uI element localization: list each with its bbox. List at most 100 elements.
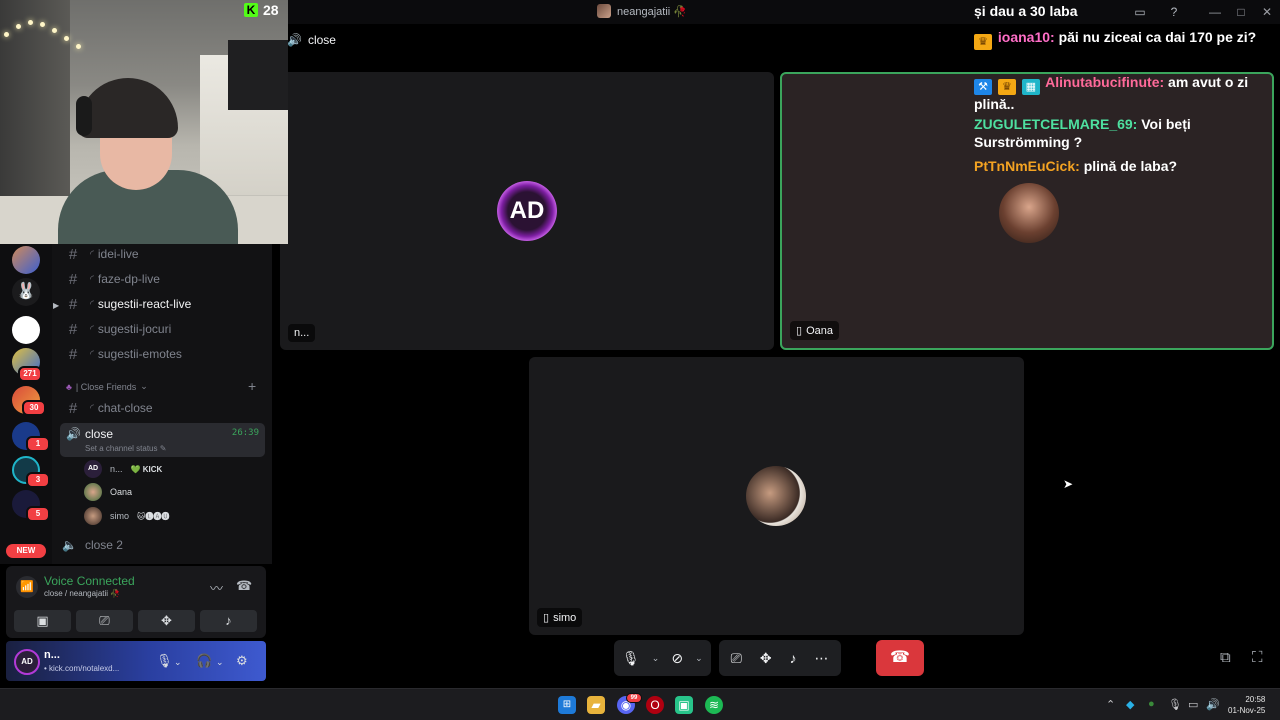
volume-icon[interactable]: 🔊 (1206, 698, 1220, 711)
chat-message: ZUGULETCELMARE_69: Voi beți Surströmming… (974, 115, 1270, 151)
soundboard-button[interactable]: ♪ (200, 610, 257, 632)
channel-idei-live[interactable]: # ◜ idei-live (62, 243, 139, 265)
chevron-up-icon[interactable]: ⌃ (1106, 698, 1115, 711)
system-clock[interactable]: 20:58 01-Nov-25 (1228, 694, 1265, 716)
avatar[interactable]: AD (14, 649, 40, 675)
network-icon[interactable]: ▭ (1188, 698, 1198, 711)
participant-label: ▯ simo (537, 608, 583, 627)
microphone-icon[interactable]: 🎙 (622, 650, 640, 667)
hang-up-button[interactable]: ☎ (876, 640, 924, 676)
user-status: • kick.com/notalexd... (44, 664, 120, 673)
windows-taskbar: ⊞ ▰ ◉ 99 O ▣ ≋ ⌃ ◆ ● 🎙 ▭ 🔊 20:58 01-Nov-… (0, 688, 1280, 720)
chevron-down-icon[interactable]: ⌄ (216, 657, 224, 668)
spotify-icon[interactable]: ≋ (705, 696, 723, 714)
soundboard-icon[interactable]: ♪ (790, 650, 797, 666)
voice-connected-title: Voice Connected (44, 574, 135, 588)
category-close-friends[interactable]: ♣ | Close Friends ⌄ (66, 381, 148, 392)
voice-channel-name: close 2 (84, 538, 123, 552)
opera-gx-icon[interactable]: O (646, 696, 664, 714)
server-icon[interactable] (12, 246, 40, 274)
mobile-icon: ▯ (796, 325, 803, 337)
rabbit-server-icon[interactable]: 🐰 (12, 278, 40, 306)
channel-faze-dp-live[interactable]: # ◜ faze-dp-live (62, 268, 160, 290)
viewer-count: 28 (263, 2, 279, 18)
activities-button[interactable]: ✥ (138, 610, 195, 632)
mobile-icon: ▯ (543, 612, 550, 624)
app-icon[interactable]: ▣ (675, 696, 693, 714)
unread-badge: 3 (26, 472, 50, 488)
file-explorer-icon[interactable]: ▰ (587, 696, 605, 714)
voice-user[interactable]: Oana (84, 483, 132, 501)
chevron-down-icon[interactable]: ⌄ (652, 653, 660, 664)
channel-name: chat-close (97, 401, 153, 415)
microphone-icon[interactable]: 🎙 (1168, 698, 1182, 711)
hash-icon: # (68, 345, 78, 363)
chat-message: și dau a 30 laba (974, 2, 1270, 20)
new-badge: NEW (6, 544, 46, 558)
kick-viewer-count: K 28 (244, 2, 279, 18)
fullscreen-icon[interactable]: ⛶ (1252, 649, 1263, 666)
voice-channel-close[interactable]: 🔊 close Set a channel status ✎ 26:39 (60, 423, 265, 457)
disconnect-icon[interactable]: ☎ (236, 578, 252, 594)
voice-channel-close-2[interactable]: 🔈 close 2 (62, 538, 123, 552)
chat-message: PtTnNmEuCick: plină de laba? (974, 157, 1270, 175)
window-title-text: neangajatii 🥀 (617, 5, 687, 18)
camera-off-icon[interactable]: ⊘ (671, 650, 683, 667)
voice-user[interactable]: AD n... 💚 KICK (84, 460, 162, 478)
user-panel: AD n... • kick.com/notalexd... 🎙 ⌄ 🎧 ⌄ ⚙ (6, 641, 266, 681)
more-options-icon[interactable]: ⋯ (815, 650, 829, 667)
participant-tile-oana[interactable]: ▯ Oana (780, 72, 1274, 350)
user-name[interactable]: n... (44, 649, 60, 661)
voice-timer: 26:39 (231, 428, 259, 438)
toggle-camera-button[interactable]: ▣ (14, 610, 71, 632)
participant-tile-n[interactable]: AD n... (280, 72, 774, 350)
start-icon[interactable]: ⊞ (558, 696, 576, 714)
channel-sugestii-jocuri[interactable]: # ◜ sugestii-jocuri (62, 318, 171, 340)
channel-chat-close[interactable]: # ◜ chat-close (62, 397, 153, 419)
chat-message: ⚒ ♛ ▦ Alinutabucifinute: am avut o zi pl… (974, 73, 1270, 113)
mouse-cursor-icon: ➤ (1063, 477, 1074, 491)
microphone-icon[interactable]: 🎙 (156, 653, 173, 669)
participant-label: ▯ Oana (790, 321, 839, 340)
mic-control-group: 🎙 ⌄ ⊘ ⌄ (614, 640, 711, 676)
tray-app-icon[interactable]: ◆ (1126, 698, 1134, 711)
chevron-down-icon[interactable]: ⌄ (695, 653, 703, 664)
unread-badge: 271 (18, 366, 42, 382)
share-screen-icon[interactable]: ⎚ (731, 650, 742, 667)
signal-icon[interactable]: 📶 (16, 576, 38, 598)
tray-app-icon[interactable]: ● (1148, 698, 1155, 710)
channel-name: idei-live (97, 247, 139, 261)
set-channel-status[interactable]: Set a channel status ✎ (85, 444, 166, 453)
add-channel-icon[interactable]: + (248, 378, 256, 394)
chat-text: plină de laba? (1083, 158, 1178, 174)
channel-sugestii-emotes[interactable]: # ◜ sugestii-emotes (62, 343, 182, 365)
channel-sugestii-react-live[interactable]: # ◜ sugestii-react-live (62, 293, 191, 315)
participant-label: n... (288, 324, 316, 342)
channel-name: sugestii-jocuri (97, 322, 172, 336)
activities-icon[interactable]: ✥ (760, 650, 772, 667)
chevron-down-icon[interactable]: ⌄ (174, 657, 182, 668)
unread-badge: 5 (26, 506, 50, 522)
settings-gear-icon[interactable]: ⚙ (236, 653, 248, 669)
headphones-icon[interactable]: 🎧 (196, 653, 212, 669)
voice-user[interactable]: simo 🐱🅛🅐🅤 (84, 507, 169, 525)
participant-tile-simo[interactable]: ▯ simo (529, 357, 1024, 635)
voice-user-name: Oana (110, 487, 133, 497)
voice-user-name: n... (110, 464, 123, 474)
crown-badge-icon: ♛ (974, 34, 992, 50)
voice-connected-subtitle[interactable]: close / neangajatii 🥀 (44, 589, 120, 598)
panda-server-icon[interactable] (12, 316, 40, 344)
notification-badge: 99 (626, 693, 642, 703)
avatar: AD (84, 460, 102, 478)
chevron-down-icon: ⌄ (140, 381, 148, 391)
participant-name: simo (553, 611, 577, 624)
noise-suppression-icon[interactable]: 〰 (210, 578, 223, 597)
share-screen-button[interactable]: ⎚ (76, 610, 133, 632)
pop-out-icon[interactable]: ⧉ (1220, 649, 1231, 666)
moderator-badge-icon: ⚒ (974, 79, 992, 95)
category-label: | Close Friends (75, 381, 137, 392)
avatar: AD (497, 181, 557, 241)
hash-icon: # (68, 270, 78, 288)
clock-time: 20:58 (1245, 695, 1266, 704)
actions-control-group: ⎚ ✥ ♪ ⋯ (718, 640, 841, 676)
